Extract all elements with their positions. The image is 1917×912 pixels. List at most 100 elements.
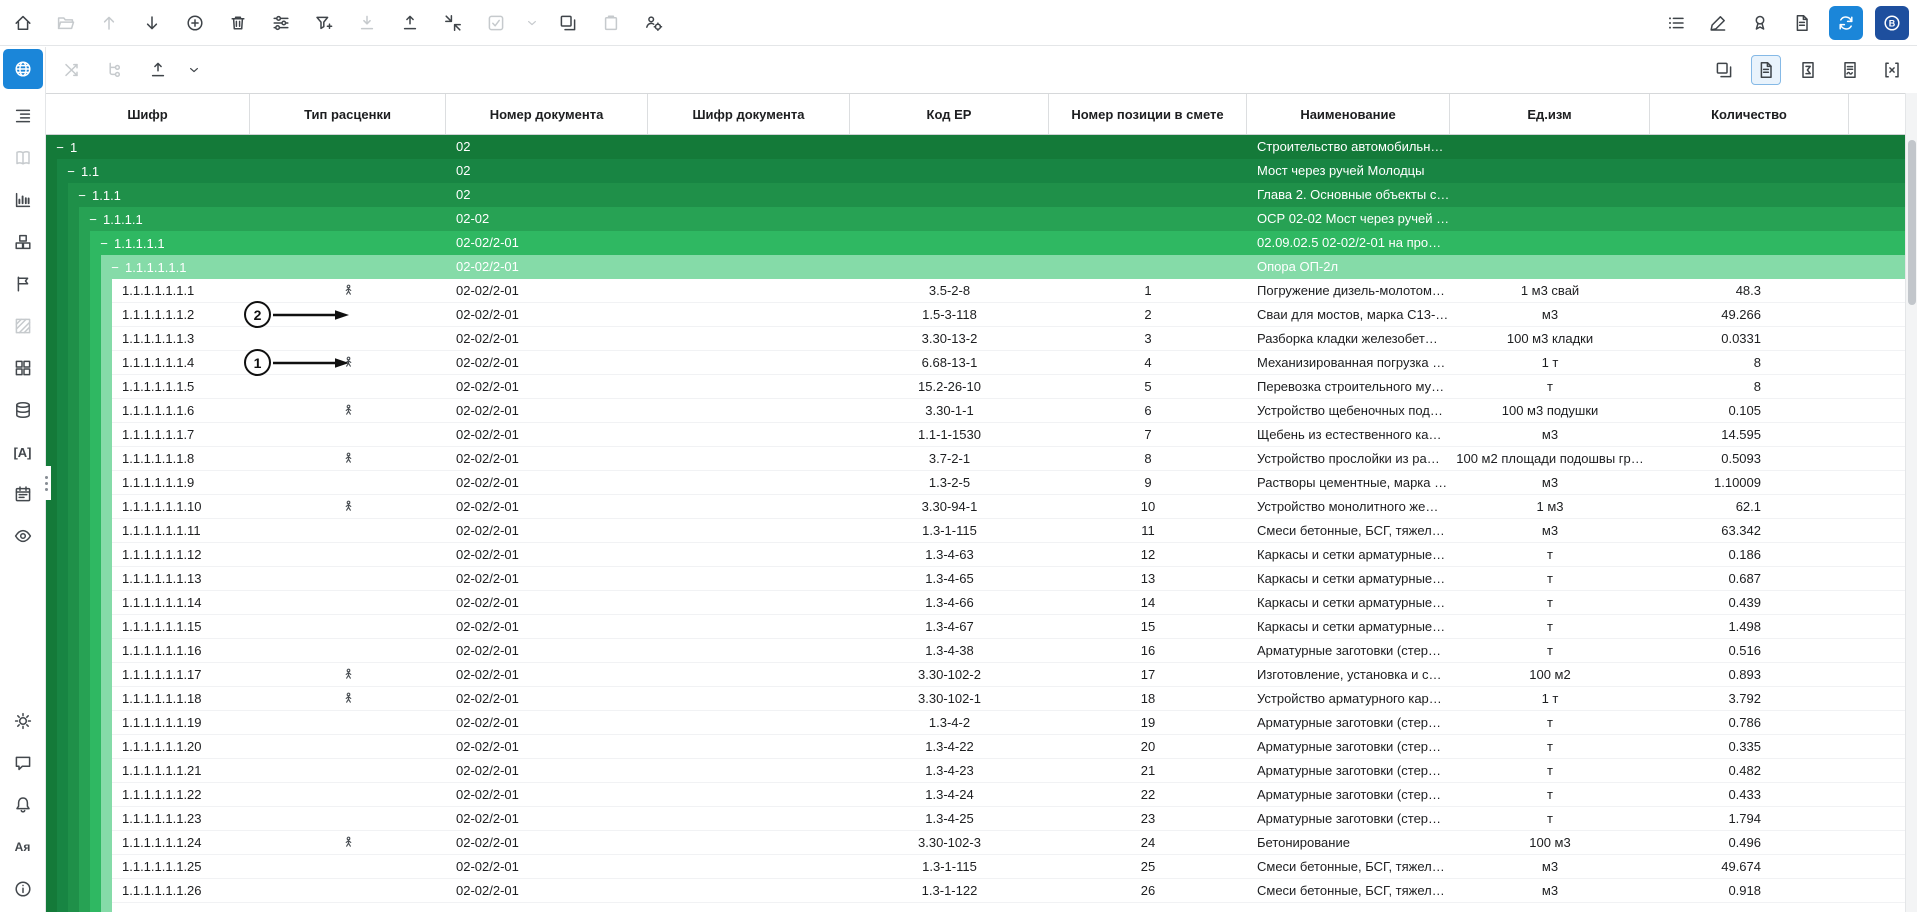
table-row[interactable]: 1.1.1.1.1.1.2602-02/2-011.3-1-12226Смеси… [46,879,1905,903]
cell-doc-number[interactable]: 02-02/2-01 [446,495,648,519]
cell-position[interactable]: 14 [1049,591,1247,615]
column-header[interactable]: Наименование [1247,94,1450,134]
collapse-toggle-icon[interactable]: − [87,212,99,227]
cell-doc-code[interactable] [648,279,850,303]
cell-rate-type[interactable] [250,471,446,495]
table-row[interactable]: 1.1.1.1.1.1.2002-02/2-011.3-4-2220Армату… [46,735,1905,759]
cell-doc-code[interactable] [648,351,850,375]
cell-quantity[interactable]: 0.0331 [1650,327,1849,351]
cell-doc-code[interactable] [648,711,850,735]
cell-quantity[interactable]: 0.786 [1650,711,1849,735]
cell-unit[interactable]: т [1450,543,1650,567]
add-item-icon[interactable] [180,8,210,38]
cell-quantity[interactable]: 0.186 [1650,543,1849,567]
cell-position[interactable]: 24 [1049,831,1247,855]
cell-name[interactable]: Арматурные заготовки (стер… [1247,807,1450,831]
cell-unit[interactable]: 1 т [1450,351,1650,375]
cell-er-code[interactable]: 1.3-1-115 [850,855,1049,879]
collapse-toggle-icon[interactable]: − [98,236,110,251]
cell-name[interactable]: Каркасы и сетки арматурные… [1247,591,1450,615]
collapse-toggle-icon[interactable]: − [65,164,77,179]
cell-quantity[interactable]: 0.687 [1650,567,1849,591]
cell-er-code[interactable]: 1.3-4-65 [850,567,1049,591]
table-row[interactable]: 1.1.1.1.1.1.2502-02/2-011.3-1-11525Смеси… [46,855,1905,879]
cell-quantity[interactable]: 3.792 [1650,687,1849,711]
sidebar-item-layers[interactable] [8,227,38,257]
cell-position[interactable]: 22 [1049,783,1247,807]
cell-doc-number[interactable]: 02-02/2-01 [446,351,648,375]
cell-er-code[interactable]: 1.3-4-63 [850,543,1049,567]
cell-name[interactable]: Устройство щебеночных под… [1247,399,1450,423]
active-document-icon[interactable] [1751,55,1781,85]
cell-unit[interactable]: м3 [1450,855,1650,879]
cell-quantity[interactable]: 0.516 [1650,639,1849,663]
cell-code[interactable]: 1.1.1.1.1.1.10 [112,495,250,519]
cell-name[interactable]: Смеси бетонные, БСГ, тяжел… [1247,519,1450,543]
cell-er-code[interactable]: 1.3-2-5 [850,471,1049,495]
cell-name[interactable]: Каркасы и сетки арматурные… [1247,615,1450,639]
cell-quantity[interactable]: 0.439 [1650,591,1849,615]
cell-name[interactable]: Погружение дизель-молотом… [1247,279,1450,303]
cell-name[interactable]: Изготовление, установка и с… [1247,663,1450,687]
cell-er-code[interactable]: 3.30-1-1 [850,399,1049,423]
cell-doc-code[interactable] [648,543,850,567]
cell-position[interactable]: 15 [1049,615,1247,639]
cell-er-code[interactable]: 1.3-1-122 [850,879,1049,903]
cell-er-code[interactable]: 3.5-2-8 [850,279,1049,303]
table-row[interactable]: 1.1.1.1.1.1.1202-02/2-011.3-4-6312Каркас… [46,543,1905,567]
cell-doc-number[interactable]: 02-02/2-01 [446,591,648,615]
delete-item-icon[interactable] [223,8,253,38]
cell-er-code[interactable]: 3.30-102-2 [850,663,1049,687]
cell-quantity[interactable]: 8 [1650,375,1849,399]
cell-doc-number[interactable]: 02-02/2-01 [446,471,648,495]
cell-unit[interactable]: 100 м3 кладки [1450,327,1650,351]
cell-name[interactable]: Смеси бетонные, БСГ, тяжел… [1247,855,1450,879]
cell-code[interactable]: 1.1.1.1.1.1.11 [112,519,250,543]
cell-doc-code[interactable] [648,327,850,351]
cell-unit[interactable]: м3 [1450,303,1650,327]
cell-er-code[interactable]: 1.3-4-38 [850,639,1049,663]
cell-unit[interactable]: т [1450,375,1650,399]
cell-rate-type[interactable] [250,759,446,783]
cell-doc-number[interactable]: 02-02/2-01 [446,735,648,759]
cell-doc-number[interactable]: 02-02/2-01 [446,423,648,447]
cell-doc-code[interactable] [648,519,850,543]
cell-er-code[interactable]: 1.3-4-22 [850,735,1049,759]
cell-unit[interactable]: т [1450,711,1650,735]
cell-doc-code[interactable] [648,783,850,807]
cell-position[interactable]: 23 [1049,807,1247,831]
cell-name[interactable]: Каркасы и сетки арматурные… [1247,543,1450,567]
cell-doc-number[interactable]: 02-02/2-01 [446,807,648,831]
cell-unit[interactable]: м3 [1450,471,1650,495]
cell-doc-number[interactable]: 02-02/2-01 [446,375,648,399]
cell-doc-number[interactable]: 02-02/2-01 [446,279,648,303]
cell-rate-type[interactable] [250,615,446,639]
cell-doc-number[interactable]: 02-02/2-01 [446,687,648,711]
scrollbar-thumb[interactable] [1908,140,1916,305]
cell-doc-code[interactable] [648,399,850,423]
cell-quantity[interactable]: 0.433 [1650,783,1849,807]
cell-position[interactable]: 4 [1049,351,1247,375]
cell-position[interactable]: 20 [1049,735,1247,759]
cell-name[interactable]: Устройство монолитного же… [1247,495,1450,519]
cell-quantity[interactable]: 0.918 [1650,879,1849,903]
cell-quantity[interactable]: 0.105 [1650,399,1849,423]
cell-unit[interactable]: т [1450,591,1650,615]
cell-doc-number[interactable]: 02-02/2-01 [446,711,648,735]
cell-doc-code[interactable] [648,831,850,855]
cell-position[interactable]: 7 [1049,423,1247,447]
cell-er-code[interactable]: 1.3-4-25 [850,807,1049,831]
cell-unit[interactable]: 1 т [1450,687,1650,711]
group-row[interactable]: −1.1.1.102-02ОСР 02-02 Мост через ручей … [46,207,1905,231]
home-icon[interactable] [8,8,38,38]
table-row[interactable]: 1.1.1.1.1.1.702-02/2-011.1-1-15307Щебень… [46,423,1905,447]
cell-doc-number[interactable]: 02-02/2-01 [446,519,648,543]
cell-er-code[interactable]: 3.30-102-3 [850,831,1049,855]
cell-rate-type[interactable] [250,831,446,855]
cell-code[interactable]: 1.1.1.1.1.1.14 [112,591,250,615]
table-row[interactable]: 1.1.1.1.1.1.1402-02/2-011.3-4-6614Каркас… [46,591,1905,615]
group-row[interactable]: −1.1.1.1.102-02/2-0102.09.02.5 02-02/2-0… [46,231,1905,255]
add-filter-icon[interactable] [309,8,339,38]
cell-unit[interactable]: м3 [1450,423,1650,447]
cell-rate-type[interactable] [250,423,446,447]
